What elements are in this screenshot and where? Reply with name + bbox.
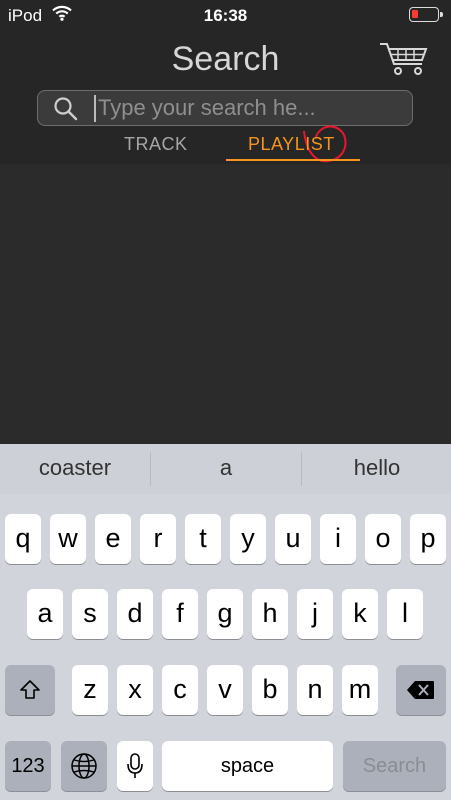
shift-key[interactable] — [5, 665, 55, 715]
key-x[interactable]: x — [117, 665, 153, 715]
key-j[interactable]: j — [297, 589, 333, 639]
key-o[interactable]: o — [365, 514, 401, 564]
key-n[interactable]: n — [297, 665, 333, 715]
keyboard: coaster a hello q w e r t y u i o p a s … — [0, 444, 451, 800]
key-v[interactable]: v — [207, 665, 243, 715]
cart-icon[interactable] — [378, 40, 430, 76]
status-bar: iPod 16:38 — [0, 0, 451, 32]
text-cursor — [94, 95, 96, 122]
battery-icon — [409, 7, 443, 22]
key-c[interactable]: c — [162, 665, 198, 715]
clock: 16:38 — [203, 6, 248, 25]
key-b[interactable]: b — [252, 665, 288, 715]
backspace-icon — [406, 677, 436, 707]
delete-key[interactable] — [396, 665, 446, 715]
key-d[interactable]: d — [117, 589, 153, 639]
suggestion-bar: coaster a hello — [0, 444, 451, 494]
search-icon — [53, 96, 79, 127]
key-i[interactable]: i — [320, 514, 356, 564]
tab-playlist[interactable]: PLAYLIST — [248, 134, 335, 155]
active-tab-indicator — [226, 159, 360, 161]
dictation-key[interactable] — [117, 741, 153, 791]
search-header: Search TRACK PLAYLIST — [0, 32, 451, 164]
key-w[interactable]: w — [50, 514, 86, 564]
key-l[interactable]: l — [387, 589, 423, 639]
key-s[interactable]: s — [72, 589, 108, 639]
key-k[interactable]: k — [342, 589, 378, 639]
search-key[interactable]: Search — [343, 741, 446, 791]
suggestion-item[interactable]: a — [151, 444, 301, 494]
globe-key[interactable] — [61, 741, 107, 791]
key-t[interactable]: t — [185, 514, 221, 564]
globe-icon — [70, 753, 98, 786]
shift-icon — [18, 678, 42, 708]
search-input[interactable] — [98, 93, 388, 123]
key-m[interactable]: m — [342, 665, 378, 715]
numbers-key[interactable]: 123 — [5, 741, 51, 791]
suggestion-item[interactable]: hello — [302, 444, 451, 494]
key-a[interactable]: a — [27, 589, 63, 639]
results-area — [0, 164, 451, 444]
key-e[interactable]: e — [95, 514, 131, 564]
key-p[interactable]: p — [410, 514, 446, 564]
microphone-icon — [125, 753, 145, 786]
suggestion-item[interactable]: coaster — [0, 444, 150, 494]
key-q[interactable]: q — [5, 514, 41, 564]
space-key[interactable]: space — [162, 741, 333, 791]
key-f[interactable]: f — [162, 589, 198, 639]
key-r[interactable]: r — [140, 514, 176, 564]
key-y[interactable]: y — [230, 514, 266, 564]
key-h[interactable]: h — [252, 589, 288, 639]
tab-track[interactable]: TRACK — [124, 134, 188, 155]
key-z[interactable]: z — [72, 665, 108, 715]
search-field[interactable] — [37, 90, 413, 126]
search-tabs: TRACK PLAYLIST — [0, 132, 451, 162]
key-u[interactable]: u — [275, 514, 311, 564]
key-g[interactable]: g — [207, 589, 243, 639]
